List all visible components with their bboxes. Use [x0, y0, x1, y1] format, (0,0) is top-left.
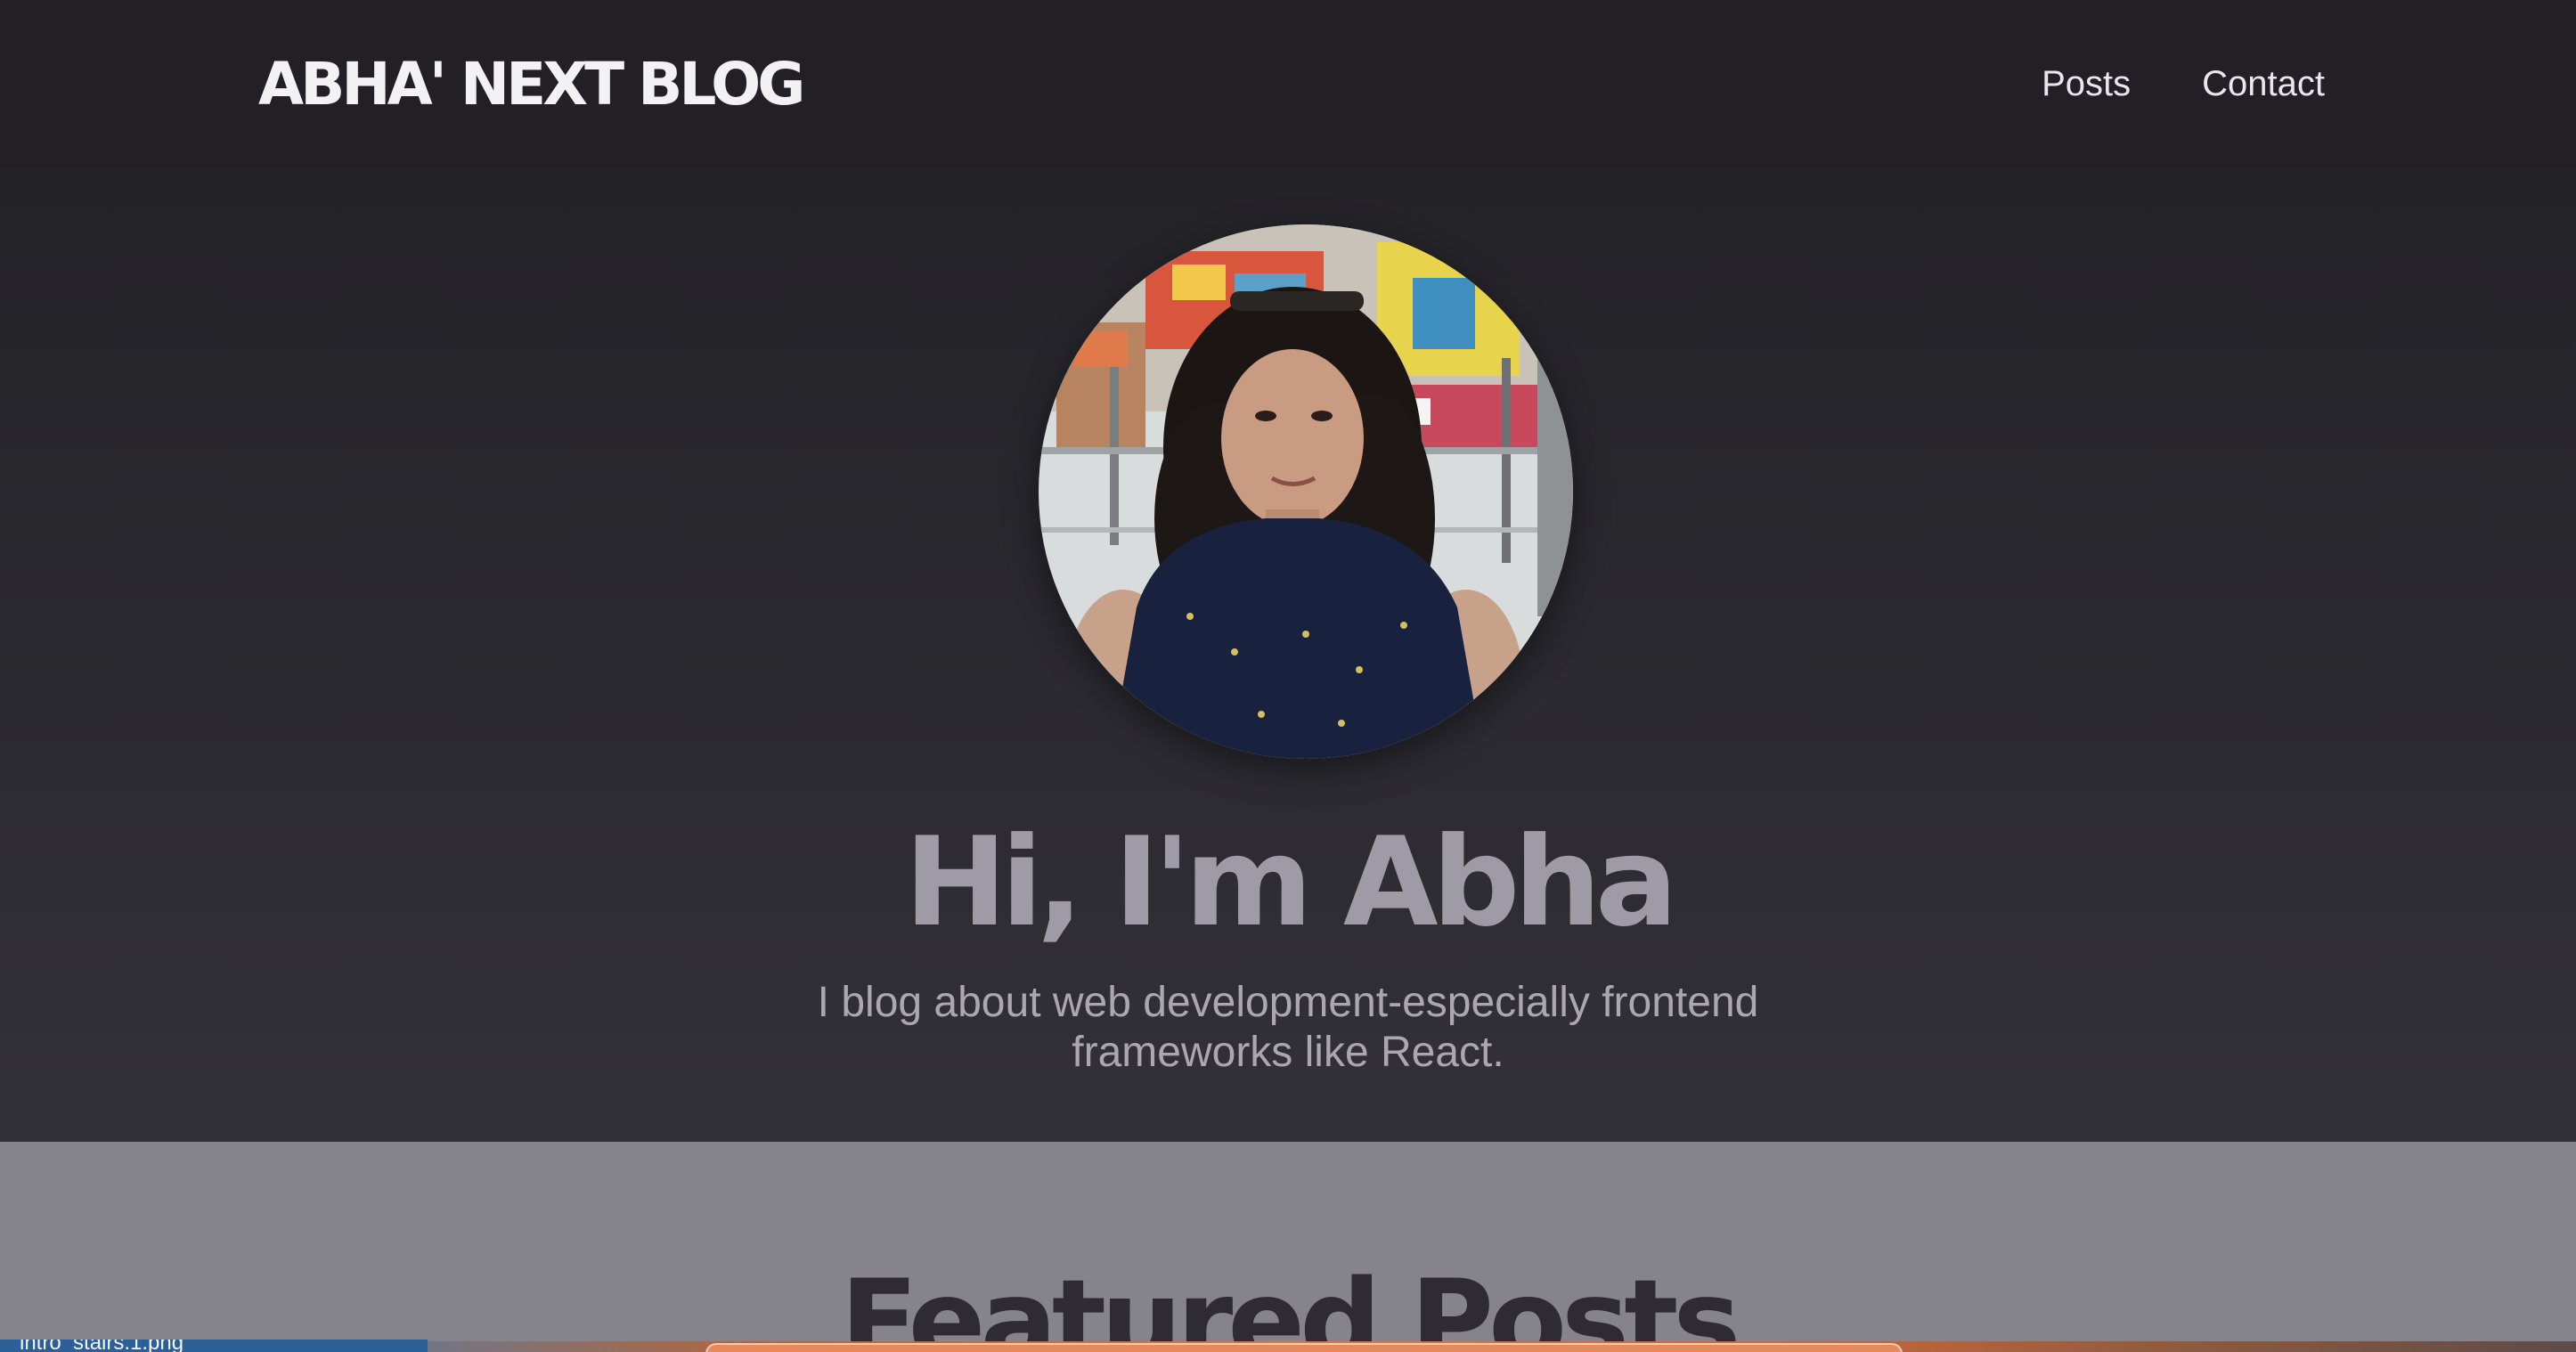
taskbar-file-tag[interactable]: intro_stairs.1.png — [0, 1340, 428, 1352]
site-logo[interactable]: ABHA' NEXT BLOG — [258, 46, 805, 123]
hero-greeting: Hi, I'm Abha — [904, 810, 1678, 954]
main-nav: Posts Contact — [2042, 59, 2325, 109]
dock-pill[interactable] — [705, 1343, 1903, 1352]
hero-section: Hi, I'm Abha I blog about web developmen… — [0, 169, 2576, 1142]
taskbar-file-label: intro_stairs.1.png — [20, 1340, 184, 1352]
featured-posts-section: Featured Posts — [0, 1142, 2576, 1352]
nav-link-contact[interactable]: Contact — [2202, 59, 2325, 109]
hero-intro: I blog about web development-especially … — [817, 979, 1759, 1076]
profile-photo-icon — [1039, 224, 1573, 759]
featured-posts-title: Featured Posts — [840, 1256, 1740, 1352]
nav-link-posts[interactable]: Posts — [2042, 59, 2131, 109]
page: ABHA' NEXT BLOG Posts Contact Hi, I'm Ab… — [0, 0, 2576, 1352]
profile-avatar — [1039, 224, 1573, 759]
site-header: ABHA' NEXT BLOG Posts Contact — [0, 0, 2576, 169]
